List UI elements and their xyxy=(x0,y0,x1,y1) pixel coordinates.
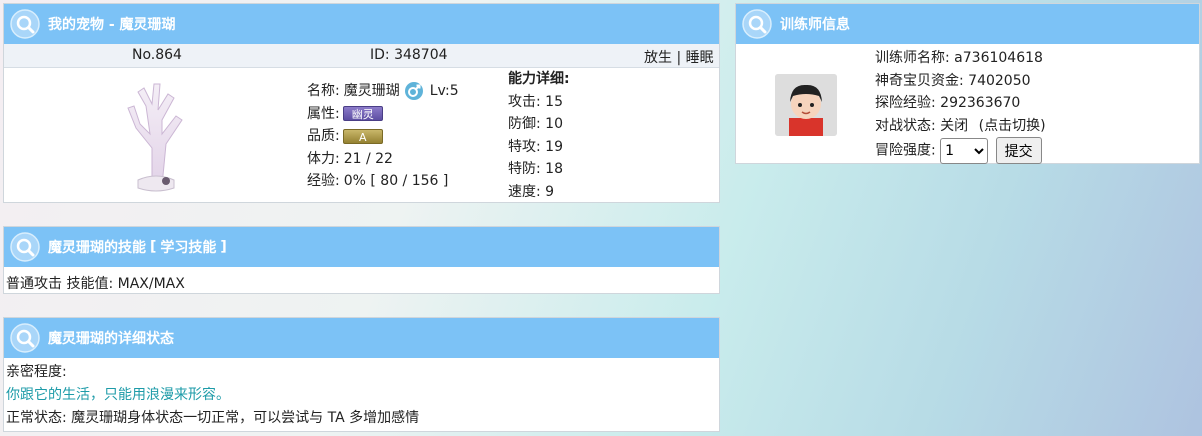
ability-value: 19 xyxy=(545,138,563,155)
name-label: 名称: xyxy=(307,83,340,99)
ability-sp-attack: 特攻: 19 xyxy=(508,136,570,159)
pet-panel-header: 我的宠物 - 魔灵珊瑚 xyxy=(4,4,719,44)
ability-label: 攻击: xyxy=(508,93,541,110)
funds-value: 7402050 xyxy=(968,72,1031,89)
pet-level: Lv:5 xyxy=(429,83,459,99)
pet-id: ID: 348704 xyxy=(370,47,448,63)
ability-label: 特攻: xyxy=(508,138,541,155)
trainer-funds-row: 神奇宝贝资金: 7402050 xyxy=(875,70,1046,93)
ability-defense: 防御: 10 xyxy=(508,113,570,136)
battle-status-label: 对战状态: xyxy=(875,117,936,134)
status-panel: 魔灵珊瑚的详细状态 亲密程度: 你跟它的生活，只能用浪漫来形容。 正常状态: 魔… xyxy=(3,317,720,432)
hp-label: 体力: xyxy=(307,150,340,167)
ability-label: 特防: xyxy=(508,161,541,177)
pet-panel-title: 我的宠物 - 魔灵珊瑚 xyxy=(48,17,176,33)
pet-hp-row: 体力: 21 / 22 xyxy=(307,148,459,171)
bracket-open: [ xyxy=(150,239,157,255)
ability-label: 防御: xyxy=(508,116,541,132)
pet-image xyxy=(127,83,183,192)
trainer-name: a736104618 xyxy=(954,50,1043,66)
trainer-info: 训练师名称: a736104618 神奇宝贝资金: 7402050 探险经验: … xyxy=(875,47,1046,164)
attr-label: 属性: xyxy=(307,105,340,122)
hp-value: 21 / 22 xyxy=(343,150,393,167)
trainer-exp-row: 探险经验: 292363670 xyxy=(875,92,1046,115)
avatar xyxy=(775,74,837,136)
pet-basic-info: 名称: 魔灵珊瑚 Lv:5 属性: 幽灵 品质: A 体力: 21 / 22 经… xyxy=(307,80,459,193)
quality-label: 品质: xyxy=(307,128,340,144)
intensity-row: 冒险强度: 1 提交 xyxy=(875,137,1046,164)
intensity-label: 冒险强度: xyxy=(875,142,936,159)
ability-attack: 攻击: 15 xyxy=(508,91,570,114)
pet-name: 魔灵珊瑚 xyxy=(343,83,400,99)
ability-value: 18 xyxy=(545,161,563,177)
intensity-select[interactable]: 1 xyxy=(940,137,989,164)
normal-status: 正常状态: 魔灵珊瑚身体状态一切正常，可以尝试与 TA 多增加感情 xyxy=(6,410,420,426)
abilities-title: 能力详细: xyxy=(508,71,570,87)
pet-info-bar: No.864 ID: 348704 放生 | 睡眠 xyxy=(4,44,719,68)
pet-name-row: 名称: 魔灵珊瑚 Lv:5 xyxy=(307,80,459,103)
ability-value: 15 xyxy=(545,93,563,110)
trainer-name-row: 训练师名称: a736104618 xyxy=(875,47,1046,70)
search-icon xyxy=(10,323,40,353)
battle-status-row: 对战状态: 关闭 (点击切换) xyxy=(875,115,1046,138)
release-link[interactable]: 放生 xyxy=(644,50,672,66)
status-panel-header: 魔灵珊瑚的详细状态 xyxy=(4,318,719,358)
exp-label: 经验: xyxy=(307,173,340,189)
battle-status-value[interactable]: 关闭 xyxy=(940,118,968,134)
trainer-panel-title: 训练师信息 xyxy=(780,17,850,33)
skill-panel-title: 魔灵珊瑚的技能 xyxy=(48,240,146,256)
funds-label: 神奇宝贝资金: xyxy=(875,72,964,89)
pet-body: 名称: 魔灵珊瑚 Lv:5 属性: 幽灵 品质: A 体力: 21 / 22 经… xyxy=(4,68,719,202)
status-panel-title: 魔灵珊瑚的详细状态 xyxy=(48,331,174,347)
bracket-close: ] xyxy=(220,239,227,255)
skill-panel-header: 魔灵珊瑚的技能 [ 学习技能 ] xyxy=(4,227,719,267)
action-separator: | xyxy=(676,50,682,66)
intimacy-text: 你跟它的生活，只能用浪漫来形容。 xyxy=(6,387,230,403)
pet-number: No.864 xyxy=(132,47,182,63)
search-icon xyxy=(10,232,40,262)
intimacy-label: 亲密程度: xyxy=(6,364,67,380)
ability-value: 10 xyxy=(545,116,563,132)
ability-sp-defense: 特防: 18 xyxy=(508,158,570,181)
attr-badge: 幽灵 xyxy=(342,106,383,122)
pet-actions: 放生 | 睡眠 xyxy=(644,47,714,67)
trainer-name-label: 训练师名称: xyxy=(875,50,950,66)
quality-badge: A xyxy=(342,128,383,144)
learn-skill-link[interactable]: 学习技能 xyxy=(160,237,216,257)
pet-attr-row: 属性: 幽灵 xyxy=(307,103,459,126)
trainer-panel-header: 训练师信息 xyxy=(736,4,1199,44)
trainer-exp-value: 292363670 xyxy=(940,95,1021,111)
ability-label: 速度: xyxy=(508,183,541,200)
ability-value: 9 xyxy=(545,183,555,200)
trainer-panel: 训练师信息 训练师名称: a736104618 神奇宝贝资金: 7402050 … xyxy=(735,3,1200,164)
battle-toggle-hint[interactable]: (点击切换) xyxy=(979,118,1046,134)
skill-row: 普通攻击 技能值: MAX/MAX xyxy=(6,276,185,292)
sleep-link[interactable]: 睡眠 xyxy=(686,50,714,66)
abilities: 能力详细: 攻击: 15 防御: 10 特攻: 19 特防: 18 速度: 9 xyxy=(508,68,570,203)
trainer-exp-label: 探险经验: xyxy=(875,95,936,111)
pet-exp-row: 经验: 0% [ 80 / 156 ] xyxy=(307,170,459,193)
submit-button[interactable]: 提交 xyxy=(995,137,1042,164)
status-body: 亲密程度: 你跟它的生活，只能用浪漫来形容。 正常状态: 魔灵珊瑚身体状态一切正… xyxy=(4,358,719,433)
skill-panel: 魔灵珊瑚的技能 [ 学习技能 ] 普通攻击 技能值: MAX/MAX xyxy=(3,226,720,294)
exp-value: 0% [ 80 / 156 ] xyxy=(343,173,449,189)
pet-panel: 我的宠物 - 魔灵珊瑚 No.864 ID: 348704 放生 | 睡眠 名称… xyxy=(3,3,720,203)
gender-icon xyxy=(404,82,423,101)
search-icon xyxy=(742,9,772,39)
search-icon xyxy=(10,9,40,39)
pet-quality-row: 品质: A xyxy=(307,125,459,148)
ability-speed: 速度: 9 xyxy=(508,181,570,204)
